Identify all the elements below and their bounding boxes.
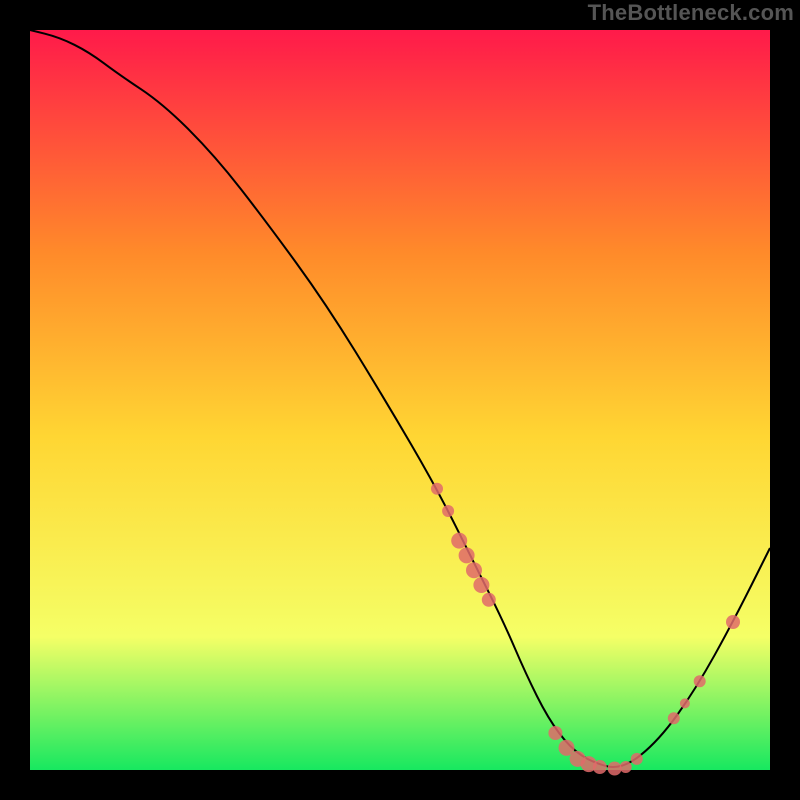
bottleneck-chart bbox=[0, 0, 800, 800]
data-marker bbox=[620, 761, 632, 773]
data-marker bbox=[466, 562, 482, 578]
data-marker bbox=[668, 712, 680, 724]
data-marker bbox=[482, 593, 496, 607]
data-marker bbox=[473, 577, 489, 593]
data-marker bbox=[431, 483, 443, 495]
data-marker bbox=[593, 760, 607, 774]
data-marker bbox=[694, 675, 706, 687]
data-marker bbox=[459, 547, 475, 563]
data-marker bbox=[726, 615, 740, 629]
data-marker bbox=[608, 762, 622, 776]
data-marker bbox=[442, 505, 454, 517]
data-marker bbox=[631, 753, 643, 765]
data-marker bbox=[548, 726, 562, 740]
data-marker bbox=[451, 533, 467, 549]
attribution-text: TheBottleneck.com bbox=[588, 0, 794, 26]
data-marker bbox=[680, 698, 690, 708]
chart-frame: TheBottleneck.com bbox=[0, 0, 800, 800]
plot-background bbox=[30, 30, 770, 770]
